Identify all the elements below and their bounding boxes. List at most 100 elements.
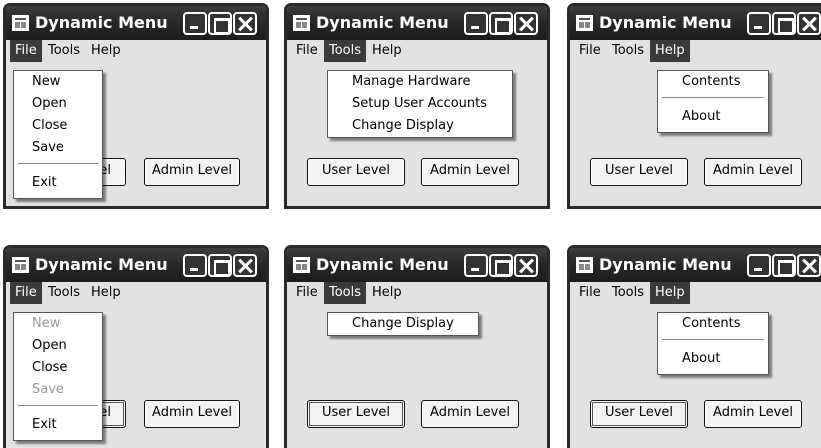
menu-item-close[interactable]: Close	[14, 357, 102, 379]
admin-level-button[interactable]: Admin Level	[144, 158, 240, 186]
maximize-icon[interactable]	[208, 12, 232, 35]
menu-item-change-display[interactable]: Change Display	[328, 313, 478, 335]
user-level-button[interactable]: User Level	[590, 158, 688, 186]
menu-tools[interactable]: Tools	[43, 282, 85, 304]
app-icon	[12, 257, 29, 273]
admin-level-button[interactable]: Admin Level	[144, 400, 240, 428]
minimize-icon[interactable]	[747, 12, 771, 35]
title-bar[interactable]: Dynamic Menu	[287, 248, 547, 282]
tools-dropdown: Change Display	[327, 312, 479, 336]
menu-help[interactable]: Help	[367, 40, 407, 62]
menu-file[interactable]: File	[291, 40, 323, 62]
menu-item-new: New	[32, 316, 61, 331]
minimize-icon[interactable]	[747, 254, 771, 277]
app-icon	[576, 257, 593, 273]
title-bar[interactable]: Dynamic Menu	[6, 6, 266, 40]
close-icon[interactable]	[233, 254, 257, 277]
menu-item-save[interactable]: Save	[14, 137, 102, 159]
menu-item-setup-user-accounts[interactable]: Setup User Accounts	[328, 93, 512, 115]
window-title: Dynamic Menu	[599, 255, 732, 274]
menu-file[interactable]: File	[574, 40, 606, 62]
menu-help[interactable]: Help	[650, 40, 690, 62]
menu-item-about[interactable]: About	[658, 344, 768, 374]
menu-separator	[662, 97, 764, 98]
close-icon[interactable]	[233, 12, 257, 35]
app-icon	[576, 15, 593, 31]
menu-file[interactable]: File	[10, 282, 42, 304]
menu-bar: File Tools Help	[6, 282, 266, 304]
window-tools-menu-user: Dynamic Menu File Tools Help User Level …	[284, 245, 550, 448]
maximize-icon[interactable]	[489, 12, 513, 35]
menu-file[interactable]: File	[291, 282, 323, 304]
menu-item-exit[interactable]: Exit	[14, 168, 102, 198]
menu-file[interactable]: File	[574, 282, 606, 304]
file-dropdown: New Open Close Save Exit	[13, 312, 103, 441]
menu-tools[interactable]: Tools	[324, 282, 367, 304]
menu-file[interactable]: File	[10, 40, 42, 62]
app-icon	[12, 15, 29, 31]
menu-separator	[662, 339, 764, 340]
admin-level-button[interactable]: Admin Level	[421, 158, 519, 186]
menu-item-change-display[interactable]: Change Display	[328, 115, 512, 137]
window-file-menu-admin: Dynamic Menu File Tools Help el Admin Le…	[3, 3, 269, 209]
menu-item-manage-hardware[interactable]: Manage Hardware	[328, 71, 512, 93]
menu-tools[interactable]: Tools	[43, 40, 85, 62]
menu-item-save: Save	[32, 382, 64, 397]
maximize-icon[interactable]	[772, 12, 796, 35]
title-bar[interactable]: Dynamic Menu	[570, 248, 821, 282]
admin-level-button[interactable]: Admin Level	[704, 400, 802, 428]
app-icon	[293, 15, 310, 31]
minimize-icon[interactable]	[464, 254, 488, 277]
window-title: Dynamic Menu	[316, 13, 449, 32]
window-title: Dynamic Menu	[35, 255, 168, 274]
window-tools-menu-admin: Dynamic Menu File Tools Help User Level …	[284, 3, 550, 209]
menu-item-open[interactable]: Open	[14, 93, 102, 115]
user-level-button[interactable]: User Level	[590, 400, 688, 428]
window-title: Dynamic Menu	[599, 13, 732, 32]
minimize-icon[interactable]	[464, 12, 488, 35]
window-file-menu-user: Dynamic Menu File Tools Help el Admin Le…	[3, 245, 269, 448]
menu-bar: File Tools Help	[570, 282, 821, 304]
menu-bar: File Tools Help	[570, 40, 821, 62]
title-bar[interactable]: Dynamic Menu	[6, 248, 266, 282]
maximize-icon[interactable]	[208, 254, 232, 277]
menu-item-open[interactable]: Open	[14, 335, 102, 357]
maximize-icon[interactable]	[489, 254, 513, 277]
menu-separator	[18, 163, 98, 164]
menu-help[interactable]: Help	[367, 282, 407, 304]
tools-dropdown: Manage Hardware Setup User Accounts Chan…	[327, 70, 513, 138]
title-bar[interactable]: Dynamic Menu	[570, 6, 821, 40]
menu-bar: File Tools Help	[287, 40, 547, 62]
menu-tools[interactable]: Tools	[324, 40, 367, 62]
window-title: Dynamic Menu	[35, 13, 168, 32]
menu-item-contents[interactable]: Contents	[658, 313, 768, 335]
menu-tools[interactable]: Tools	[607, 282, 649, 304]
menu-item-new[interactable]: New	[14, 71, 102, 93]
maximize-icon[interactable]	[772, 254, 796, 277]
user-level-button[interactable]: User Level	[307, 158, 405, 186]
minimize-icon[interactable]	[183, 254, 207, 277]
user-level-button[interactable]: User Level	[307, 400, 405, 428]
menu-item-contents[interactable]: Contents	[658, 71, 768, 93]
menu-bar: File Tools Help	[287, 282, 547, 304]
menu-item-about[interactable]: About	[658, 102, 768, 132]
minimize-icon[interactable]	[183, 12, 207, 35]
title-bar[interactable]: Dynamic Menu	[287, 6, 547, 40]
admin-level-button[interactable]: Admin Level	[421, 400, 519, 428]
close-icon[interactable]	[797, 12, 821, 35]
window-help-menu-user: Dynamic Menu File Tools Help User Level …	[567, 245, 821, 448]
close-icon[interactable]	[514, 254, 538, 277]
admin-level-button[interactable]: Admin Level	[704, 158, 802, 186]
menu-help[interactable]: Help	[86, 282, 126, 304]
close-icon[interactable]	[514, 12, 538, 35]
menu-item-close[interactable]: Close	[14, 115, 102, 137]
menu-tools[interactable]: Tools	[607, 40, 649, 62]
menu-item-exit[interactable]: Exit	[14, 410, 102, 440]
menu-help[interactable]: Help	[650, 282, 690, 304]
help-dropdown: Contents About	[657, 70, 769, 133]
app-icon	[293, 257, 310, 273]
file-dropdown: New Open Close Save Exit	[13, 70, 103, 199]
menu-help[interactable]: Help	[86, 40, 126, 62]
window-help-menu-admin: Dynamic Menu File Tools Help User Level …	[567, 3, 821, 209]
close-icon[interactable]	[797, 254, 821, 277]
